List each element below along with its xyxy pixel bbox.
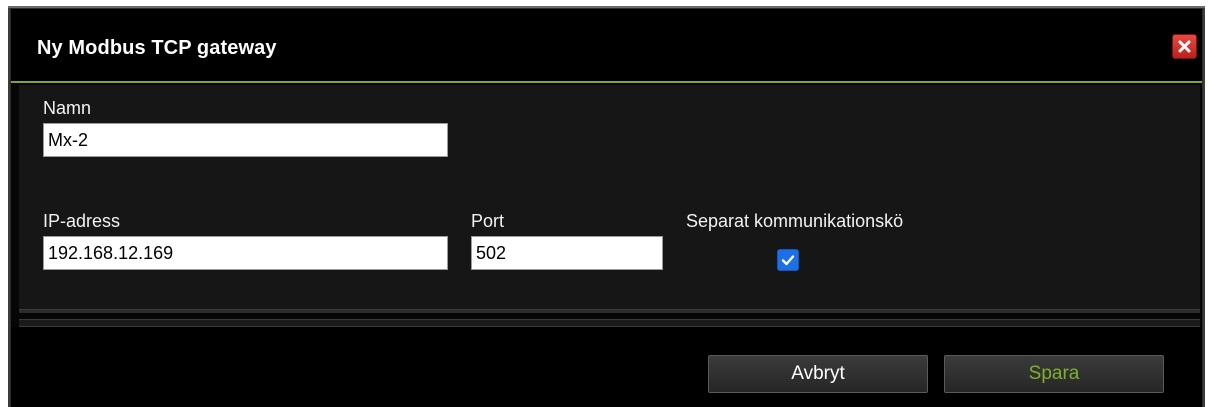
ip-address-label: IP-adress xyxy=(43,211,121,231)
close-icon xyxy=(1178,40,1191,53)
modbus-gateway-dialog: Ny Modbus TCP gateway Namn IP-adress Por… xyxy=(10,8,1203,407)
close-button[interactable] xyxy=(1172,34,1197,59)
separate-queue-label: Separat kommunikationskö xyxy=(686,211,904,231)
dialog-footer: Avbryt Spara xyxy=(11,327,1202,407)
ip-address-input[interactable] xyxy=(43,236,448,270)
footer-divider xyxy=(19,309,1200,313)
name-label: Namn xyxy=(43,98,92,118)
dialog-body: Namn IP-adress Port Separat kommunikatio… xyxy=(19,85,1200,309)
port-input[interactable] xyxy=(471,236,663,270)
port-label: Port xyxy=(471,211,505,231)
separate-queue-checkbox[interactable] xyxy=(777,249,799,271)
cancel-button[interactable]: Avbryt xyxy=(708,355,928,393)
checkmark-icon xyxy=(781,255,795,266)
name-input[interactable] xyxy=(43,123,448,157)
save-button[interactable]: Spara xyxy=(944,355,1164,393)
dialog-title: Ny Modbus TCP gateway xyxy=(37,37,277,59)
footer-divider-bar xyxy=(19,319,1200,327)
dialog-titlebar: Ny Modbus TCP gateway xyxy=(11,9,1202,83)
